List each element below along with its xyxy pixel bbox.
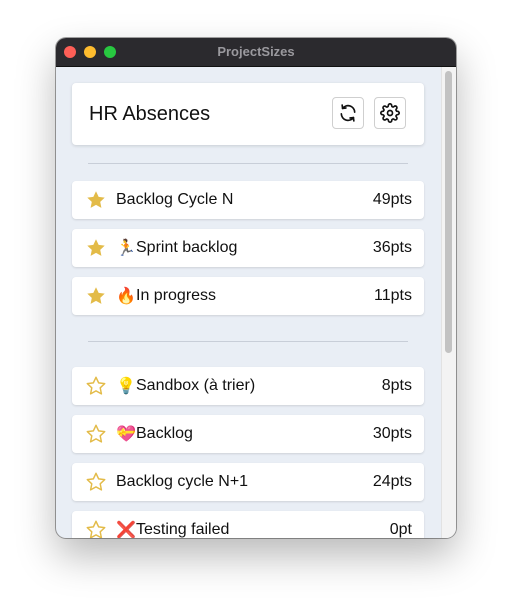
- header-card: HR Absences: [72, 83, 424, 145]
- lightbulb-emoji: 💡: [116, 376, 136, 395]
- project-row[interactable]: 💡 Sandbox (à trier) 8pts: [72, 367, 424, 405]
- project-row[interactable]: 💝 Backlog 30pts: [72, 415, 424, 453]
- star-filled-icon[interactable]: [85, 237, 107, 259]
- runner-emoji: 🏃: [116, 238, 136, 257]
- star-filled-icon[interactable]: [85, 189, 107, 211]
- window-title: ProjectSizes: [217, 44, 295, 59]
- refresh-icon: [340, 104, 356, 122]
- row-points: 24pts: [372, 473, 412, 490]
- row-points: 8pts: [381, 377, 412, 394]
- star-filled-icon[interactable]: [85, 285, 107, 307]
- main-content: HR Absences Backlog Cycle N 49pts 🏃 Spri…: [56, 67, 442, 538]
- project-row[interactable]: Backlog cycle N+1 24pts: [72, 463, 424, 501]
- heart-gift-emoji: 💝: [116, 424, 136, 443]
- scrollbar[interactable]: [441, 67, 456, 538]
- project-row[interactable]: 🏃 Sprint backlog 36pts: [72, 229, 424, 267]
- row-points: 49pts: [372, 191, 412, 208]
- gear-icon: [380, 103, 400, 123]
- row-label: Sprint backlog: [136, 239, 238, 256]
- title-bar: ProjectSizes: [56, 38, 456, 67]
- project-row[interactable]: 🔥 In progress 11pts: [72, 277, 424, 315]
- page-title: HR Absences: [89, 103, 211, 125]
- row-label: Sandbox (à trier): [136, 377, 256, 394]
- row-label: In progress: [136, 287, 217, 304]
- project-row[interactable]: Backlog Cycle N 49pts: [72, 181, 424, 219]
- row-points: 36pts: [372, 239, 412, 256]
- star-outline-icon[interactable]: [85, 375, 107, 397]
- row-label: Backlog: [136, 425, 193, 442]
- row-points: 0pt: [389, 521, 412, 538]
- fire-emoji: 🔥: [116, 286, 136, 305]
- row-points: 11pts: [374, 287, 412, 304]
- section-divider: [88, 341, 408, 342]
- row-label: Backlog Cycle N: [116, 191, 234, 208]
- star-outline-icon[interactable]: [85, 423, 107, 445]
- row-points: 30pts: [372, 425, 412, 442]
- app-window: ProjectSizes HR Absences Backlog Cycle N…: [56, 38, 456, 538]
- scrollbar-thumb[interactable]: [445, 71, 452, 353]
- settings-button[interactable]: [374, 97, 406, 129]
- star-outline-icon[interactable]: [85, 519, 107, 538]
- row-label: Backlog cycle N+1: [116, 473, 249, 490]
- refresh-button[interactable]: [332, 97, 364, 129]
- project-row[interactable]: ❌ Testing failed 0pt: [72, 511, 424, 538]
- star-outline-icon[interactable]: [85, 471, 107, 493]
- cross-mark-emoji: ❌: [116, 520, 136, 538]
- section-divider: [88, 163, 408, 164]
- row-label: Testing failed: [136, 521, 230, 538]
